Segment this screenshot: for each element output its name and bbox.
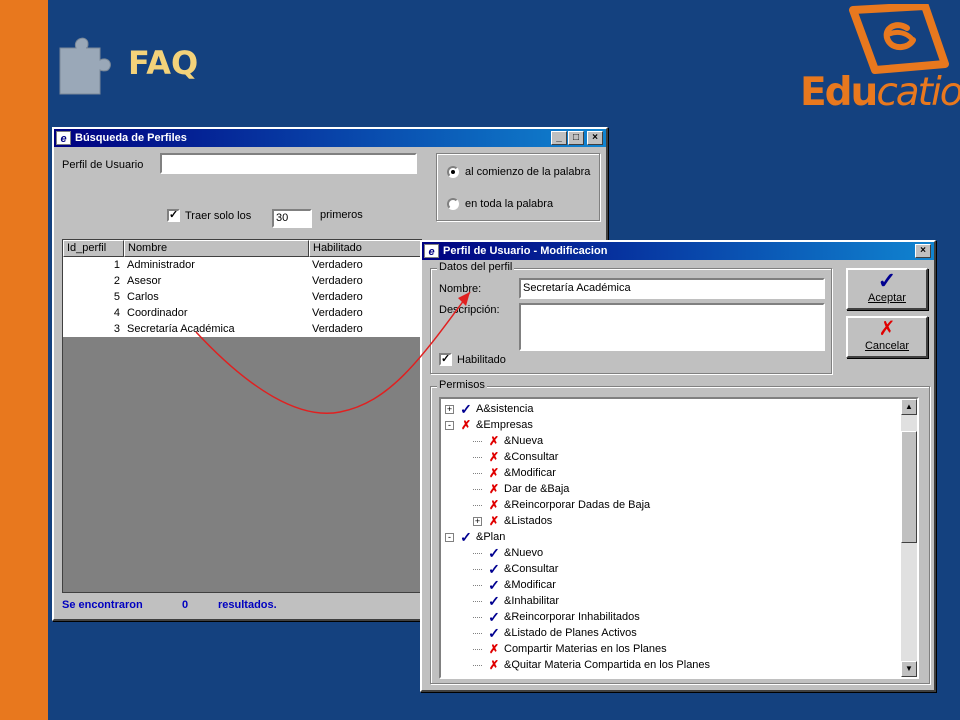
connector-arrow (195, 291, 471, 414)
